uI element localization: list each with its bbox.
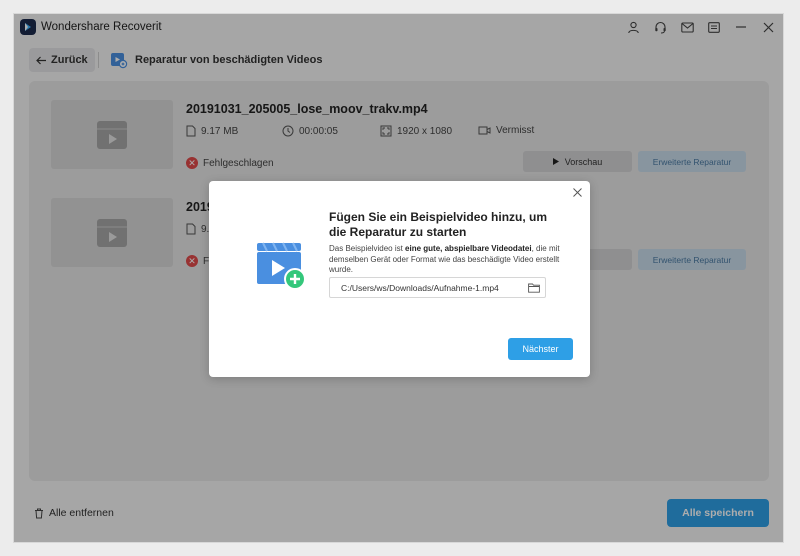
next-label: Nächster [522,344,559,354]
sample-video-dialog: Fügen Sie ein Beispielvideo hinzu, um di… [209,181,590,377]
dialog-title: Fügen Sie ein Beispielvideo hinzu, um di… [329,210,548,239]
app-window: Wondershare Recoverit Zurück Reparatur v… [13,13,784,543]
sample-path-field[interactable]: C:/Users/ws/Downloads/Aufnahme-1.mp4 [329,277,546,298]
dialog-close-icon[interactable] [570,185,584,199]
next-button[interactable]: Nächster [508,338,573,360]
folder-icon[interactable] [527,281,541,295]
path-value: C:/Users/ws/Downloads/Aufnahme-1.mp4 [341,282,499,293]
description-text: Das Beispielvideo ist [329,244,406,253]
add-video-icon [257,242,306,290]
dialog-description: Das Beispielvideo ist eine gute, abspiel… [329,244,563,276]
description-bold-text: eine gute, abspielbare Videodatei [405,244,532,253]
